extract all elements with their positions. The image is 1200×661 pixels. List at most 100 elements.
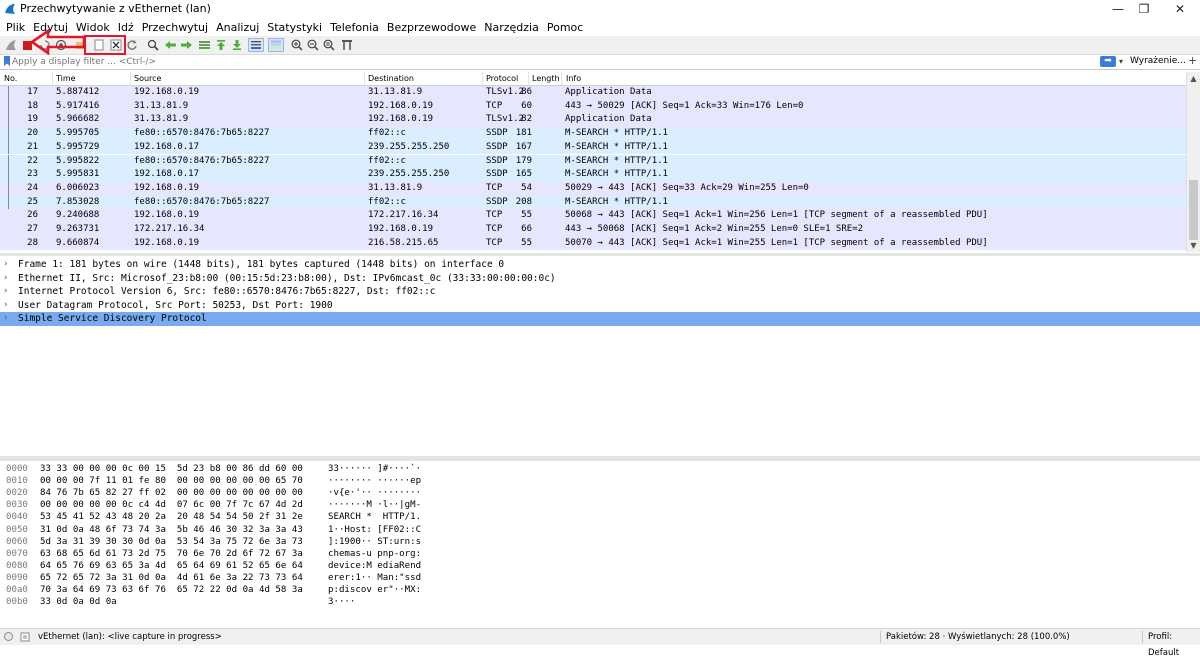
chevron-right-icon[interactable]: ›	[4, 299, 8, 313]
hex-ascii[interactable]: ········ ······ep	[328, 475, 421, 487]
packet-cell-proto: TCP	[486, 100, 503, 111]
column-destination[interactable]: Destination	[368, 72, 414, 85]
filter-dropdown-icon[interactable]: ▾	[1119, 55, 1127, 68]
hex-bytes[interactable]: 33 33 00 00 00 0c 00 15 5d 23 b8 00 86 d…	[40, 463, 303, 475]
hex-bytes[interactable]: 84 76 7b 65 82 27 ff 02 00 00 00 00 00 0…	[40, 487, 303, 499]
packet-row[interactable]: 18 5.917416 31.13.81.9 192.168.0.19 TCP 60 443…	[0, 99, 1186, 114]
display-filter-input[interactable]	[12, 55, 1092, 68]
chevron-right-icon[interactable]: ›	[4, 285, 8, 299]
packet-row[interactable]: 26 9.240688 192.168.0.19 172.217.16.34 TCP 55…	[0, 209, 1186, 223]
go-to-packet-icon[interactable]	[197, 38, 211, 52]
autoscroll-icon[interactable]	[248, 38, 264, 52]
hex-ascii[interactable]: chemas-u pnp-org:	[328, 548, 421, 560]
hex-ascii[interactable]: ·······M ·l··|gM-	[328, 499, 421, 511]
hex-bytes[interactable]: 00 00 00 7f 11 01 fe 80 00 00 00 00 00 0…	[40, 475, 303, 487]
go-back-icon[interactable]	[163, 38, 177, 52]
colorize-icon[interactable]	[268, 38, 284, 52]
go-forward-icon[interactable]	[179, 38, 193, 52]
hex-ascii[interactable]: ·v{e·'·· ········	[328, 487, 421, 499]
detail-tree-item[interactable]: › User Datagram Protocol, Src Port: 50253…	[0, 299, 1200, 313]
hex-ascii[interactable]: 3····	[328, 596, 355, 608]
column-info[interactable]: Info	[566, 72, 581, 85]
hex-bytes[interactable]: 65 72 65 72 3a 31 0d 0a 4d 61 6e 3a 22 7…	[40, 572, 303, 584]
arrow-right-icon[interactable]: ➡	[1100, 56, 1116, 67]
zoom-out-icon[interactable]	[306, 38, 320, 52]
reload-icon[interactable]	[125, 38, 139, 52]
expression-button[interactable]: Wyrażenie...	[1130, 55, 1186, 68]
scroll-up-icon[interactable]: ▲	[1187, 72, 1200, 85]
capture-file-icon[interactable]	[20, 632, 30, 642]
packet-row[interactable]: 28 9.660874 192.168.0.19 216.58.215.65 TCP 55…	[0, 236, 1186, 251]
find-packet-icon[interactable]	[146, 38, 160, 52]
hex-ascii[interactable]: 33······ ]#····`·	[328, 463, 421, 475]
packet-list-scrollbar[interactable]: ▲ ▼	[1186, 72, 1200, 252]
packet-row[interactable]: 21 5.995729 192.168.0.17 239.255.255.250 SSD…	[0, 140, 1186, 155]
column-no[interactable]: No.	[4, 72, 17, 85]
chevron-right-icon[interactable]: ›	[4, 258, 8, 272]
scrollbar-thumb[interactable]	[1189, 180, 1198, 240]
hex-ascii[interactable]: SEARCH * HTTP/1.	[328, 511, 421, 523]
hex-ascii[interactable]: device:M ediaRend	[328, 560, 421, 572]
add-filter-button[interactable]: +	[1188, 54, 1197, 67]
hex-bytes[interactable]: 63 68 65 6d 61 73 2d 75 70 6e 70 2d 6f 7…	[40, 548, 303, 560]
hex-bytes[interactable]: 00 00 00 00 00 0c c4 4d 07 6c 00 7f 7c 6…	[40, 499, 303, 511]
packet-cell-len: 165	[515, 169, 532, 180]
menu-analyze[interactable]: Analizuj	[212, 19, 263, 36]
hex-bytes[interactable]: 31 0d 0a 48 6f 73 74 3a 5b 46 46 30 32 3…	[40, 524, 303, 536]
hex-ascii[interactable]: p:discov er"··MX:	[328, 584, 421, 596]
menu-go[interactable]: Idź	[114, 19, 138, 36]
column-source[interactable]: Source	[134, 72, 161, 85]
chevron-right-icon[interactable]: ›	[4, 312, 8, 326]
filter-bookmark-icon[interactable]	[3, 56, 11, 67]
column-length[interactable]: Length	[532, 72, 560, 85]
packet-row[interactable]: 19 5.966682 31.13.81.9 192.168.0.19 TLSv1.2 8…	[0, 113, 1186, 128]
scroll-down-icon[interactable]: ▼	[1187, 239, 1200, 252]
menu-wireless[interactable]: Bezprzewodowe	[383, 19, 480, 36]
menu-help[interactable]: Pomoc	[543, 19, 587, 36]
status-profile[interactable]: Profil: Default	[1148, 629, 1200, 661]
detail-tree-item[interactable]: › Internet Protocol Version 6, Src: fe80:…	[0, 285, 1200, 299]
chevron-right-icon[interactable]: ›	[4, 272, 8, 286]
detail-tree-item[interactable]: › Frame 1: 181 bytes on wire (1448 bits),…	[0, 258, 1200, 272]
column-time[interactable]: Time	[56, 72, 76, 85]
resize-columns-icon[interactable]	[340, 38, 354, 52]
hex-ascii[interactable]: ]:1900·· ST:urn:s	[328, 536, 421, 548]
hex-ascii[interactable]: erer:1·· Man:"ssd	[328, 572, 421, 584]
menu-capture[interactable]: Przechwytuj	[138, 19, 212, 36]
packet-row[interactable]: 20 5.995705 fe80::6570:8476:7b65:8227 ff02:…	[0, 127, 1186, 141]
maximize-icon[interactable]: ❐	[1124, 0, 1164, 18]
detail-tree-item[interactable]: › Ethernet II, Src: Microsof_23:b8:00 (00…	[0, 272, 1200, 286]
packet-row[interactable]: 22 5.995822 fe80::6570:8476:7b65:8227 ff02:…	[0, 154, 1186, 169]
hex-bytes[interactable]: 5d 3a 31 39 30 30 0d 0a 53 54 3a 75 72 6…	[40, 536, 303, 548]
column-protocol[interactable]: Protocol	[486, 72, 518, 85]
start-capture-icon[interactable]	[4, 38, 18, 52]
detail-text: Simple Service Discovery Protocol	[18, 313, 207, 325]
close-icon[interactable]: ✕	[1160, 0, 1200, 18]
hex-row: 0080 64 65 76 69 63 65 3a 4d 65 64 69 61 …	[0, 560, 600, 572]
hex-ascii[interactable]: 1··Host: [FF02::C	[328, 524, 421, 536]
packet-row[interactable]: 27 9.263731 172.217.16.34 192.168.0.19 TCP 66…	[0, 223, 1186, 237]
packet-row[interactable]: 23 5.995831 192.168.0.17 239.255.255.250 SSD…	[0, 168, 1186, 182]
hex-bytes[interactable]: 53 45 41 52 43 48 20 2a 20 48 54 54 50 2…	[40, 511, 303, 523]
packet-cell-len: 167	[515, 141, 532, 152]
go-last-icon[interactable]	[230, 38, 244, 52]
hex-row: 0090 65 72 65 72 3a 31 0d 0a 4d 61 6e 3a …	[0, 572, 600, 584]
menu-tools[interactable]: Narzędzia	[480, 19, 543, 36]
detail-tree-item[interactable]: › Simple Service Discovery Protocol	[0, 312, 1200, 326]
hex-bytes[interactable]: 33 0d 0a 0d 0a	[40, 596, 117, 608]
packet-row[interactable]: 17 5.887412 192.168.0.19 31.13.81.9 TLSv1.2 8…	[0, 86, 1186, 100]
menu-file[interactable]: Plik	[2, 19, 29, 36]
hex-bytes[interactable]: 64 65 76 69 63 65 3a 4d 65 64 69 61 52 6…	[40, 560, 303, 572]
hex-bytes[interactable]: 70 3a 64 69 73 63 6f 76 65 72 22 0d 0a 4…	[40, 584, 303, 596]
conversation-line	[8, 195, 9, 210]
detail-text: Internet Protocol Version 6, Src: fe80::…	[18, 286, 436, 298]
expert-info-icon[interactable]	[4, 632, 13, 641]
menu-statistics[interactable]: Statystyki	[263, 19, 326, 36]
packet-row[interactable]: 24 6.006023 192.168.0.19 31.13.81.9 TCP 54 500…	[0, 181, 1186, 196]
menu-telephony[interactable]: Telefonia	[326, 19, 383, 36]
zoom-in-icon[interactable]	[290, 38, 304, 52]
packet-row[interactable]: 25 7.853028 fe80::6570:8476:7b65:8227 ff02:…	[0, 195, 1186, 210]
go-first-icon[interactable]	[214, 38, 228, 52]
zoom-normal-icon[interactable]	[322, 38, 336, 52]
packet-cell-info: 443 → 50068 [ACK] Seq=1 Ack=2 Win=255 Le…	[565, 224, 864, 234]
